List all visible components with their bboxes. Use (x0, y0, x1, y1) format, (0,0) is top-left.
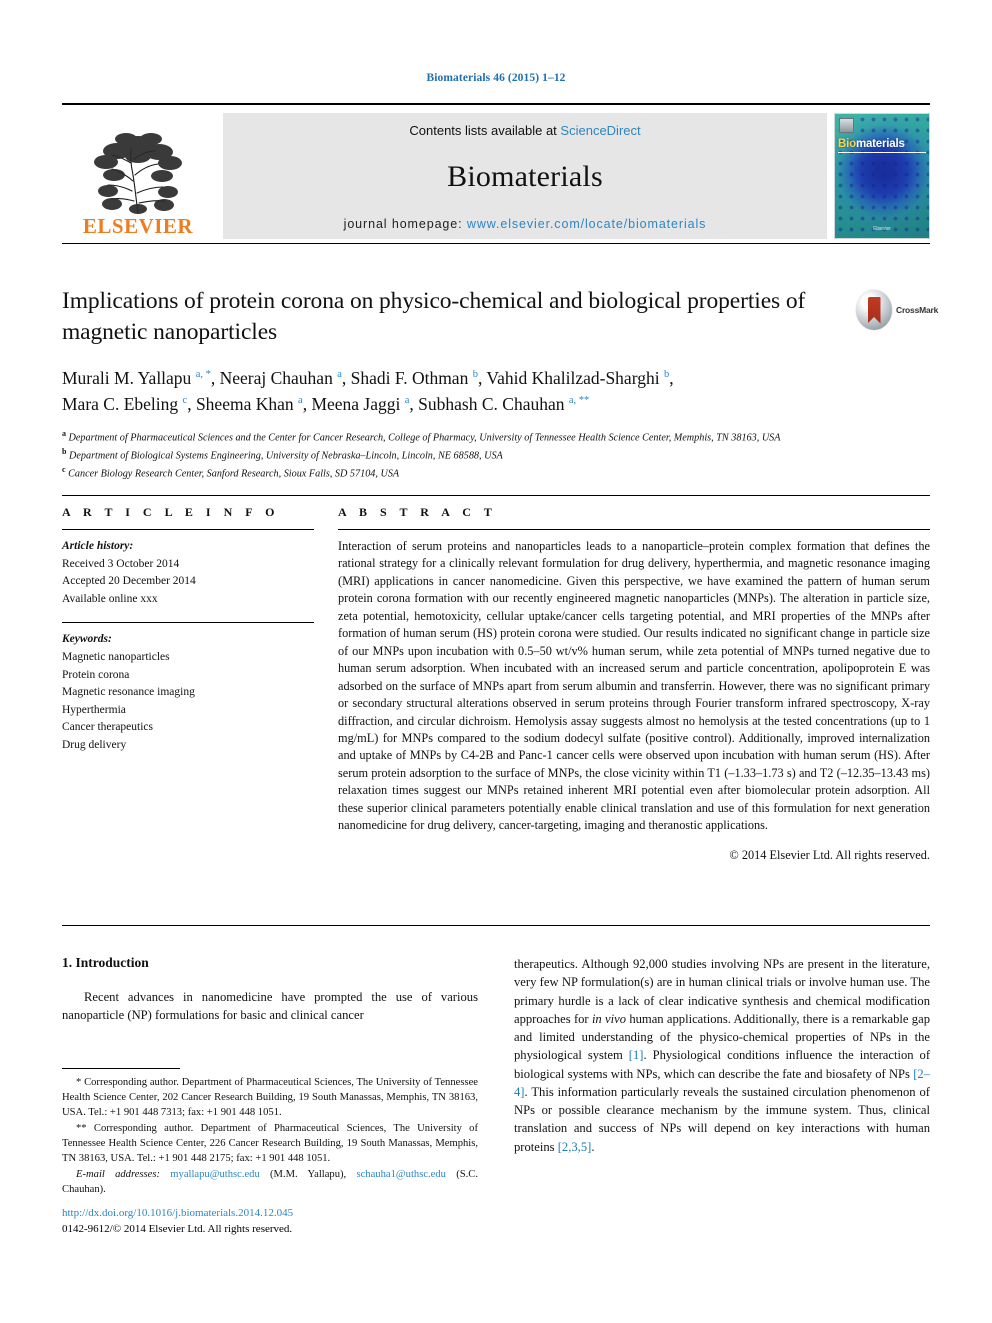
author-affil-marker: b (663, 368, 670, 380)
keywords-block: Keywords: Magnetic nanoparticles Protein… (62, 631, 314, 754)
body-top-rule (62, 925, 930, 926)
author-list: Murali M. Yallapu a, *, Neeraj Chauhan a… (62, 367, 674, 414)
keyword-item: Magnetic resonance imaging (62, 686, 195, 699)
article-info-column: A R T I C L E I N F O Article history: R… (62, 505, 314, 863)
affil-marker-a: a (62, 429, 66, 438)
page-title: Implications of protein corona on physic… (62, 288, 806, 346)
article-info-rule (62, 529, 314, 530)
keyword-item: Drug delivery (62, 738, 127, 751)
keyword-item: Hyperthermia (62, 703, 126, 716)
abstract-column: A B S T R A C T Interaction of serum pro… (338, 505, 930, 863)
masthead-bottom-rule (62, 243, 930, 244)
journal-masthead: ELSEVIER Contents lists available at Sci… (62, 103, 930, 239)
keywords-rule (62, 622, 314, 624)
affiliation-list: a Department of Pharmaceutical Sciences … (62, 428, 852, 483)
keywords-label: Keywords: (62, 633, 112, 646)
author-affil-marker: a (404, 394, 410, 406)
affiliation-a-text: Department of Pharmaceutical Sciences an… (68, 432, 781, 444)
abstract-top-rule (62, 495, 930, 496)
journal-title: Biomaterials (447, 160, 603, 193)
author-affil-marker: a, * (195, 368, 211, 380)
issn-copyright-line: 0142-9612/© 2014 Elsevier Ltd. All right… (62, 1222, 293, 1235)
article-info-heading: A R T I C L E I N F O (62, 505, 280, 519)
contents-available-line: Contents lists available at ScienceDirec… (223, 123, 827, 138)
cover-footer-text: Elsevier (873, 225, 891, 232)
journal-banner: Contents lists available at ScienceDirec… (223, 113, 827, 239)
body-column-right: therapeutics. Although 92,000 studies in… (514, 955, 930, 1156)
affiliation-c: c Cancer Biology Research Center, Sanfor… (62, 464, 852, 482)
paper-page: Biomaterials 46 (2015) 1–12 ELSEVIER Con… (0, 0, 992, 1323)
affiliation-c-text: Cancer Biology Research Center, Sanford … (68, 468, 400, 480)
footnote-separator-rule (62, 1068, 180, 1069)
elsevier-logo: ELSEVIER (62, 113, 214, 239)
author-affil-marker: a (298, 394, 303, 406)
affiliation-a: a Department of Pharmaceutical Sciences … (62, 428, 852, 446)
journal-homepage-line: journal homepage: www.elsevier.com/locat… (223, 217, 827, 231)
article-accepted: Accepted 20 December 2014 (62, 575, 196, 588)
email-link-1[interactable]: myallapu@uthsc.edu (170, 1169, 259, 1180)
reference-link-1[interactable]: [1] (629, 1048, 644, 1062)
email-link-2[interactable]: schauha1@uthsc.edu (356, 1169, 445, 1180)
abstract-rule (338, 529, 930, 530)
crossmark-badge-group[interactable]: CrossMark (856, 288, 940, 332)
email-addresses-label: E-mail addresses: (76, 1169, 161, 1181)
sciencedirect-link[interactable]: ScienceDirect (560, 123, 640, 138)
author-affil-marker: a (337, 368, 342, 380)
elsevier-tree-icon (94, 133, 182, 214)
abstract-heading: A B S T R A C T (338, 505, 497, 519)
abstract-text: Interaction of serum proteins and nanopa… (338, 539, 930, 833)
intro-paragraph-right: therapeutics. Although 92,000 studies in… (514, 957, 931, 1154)
footnote-block: * Corresponding author. Department of Ph… (62, 1068, 478, 1198)
homepage-url-link[interactable]: www.elsevier.com/locate/biomaterials (467, 217, 706, 231)
running-head: Biomaterials 46 (2015) 1–12 (426, 72, 566, 84)
footnote-corresponding-author-1: * Corresponding author. Department of Ph… (62, 1077, 478, 1119)
article-history-block: Article history: Received 3 October 2014… (62, 538, 314, 608)
footnote-email-addresses: E-mail addresses: myallapu@uthsc.edu (M.… (62, 1167, 478, 1197)
contents-prefix: Contents lists available at (409, 123, 557, 138)
footer-doi-block: http://dx.doi.org/10.1016/j.biomaterials… (62, 1206, 492, 1238)
email-owner-1: (M.M. Yallapu), (270, 1169, 347, 1181)
intro-paragraph-left: Recent advances in nanomedicine have pro… (62, 990, 478, 1023)
keyword-item: Cancer therapeutics (62, 721, 153, 734)
crossmark-label: CrossMark (896, 305, 939, 315)
abstract-copyright: © 2014 Elsevier Ltd. All rights reserved… (729, 847, 930, 862)
elsevier-wordmark: ELSEVIER (82, 214, 194, 238)
cover-title-accent: Bio (838, 138, 856, 150)
reference-link-2-4[interactable]: [2–4] (514, 1067, 930, 1099)
affiliation-b-text: Department of Biological Systems Enginee… (69, 450, 503, 462)
author-affil-marker: b (472, 368, 478, 380)
affiliation-b: b Department of Biological Systems Engin… (62, 446, 852, 464)
affil-marker-c: c (62, 465, 66, 475)
cover-title-rest: materials (855, 138, 905, 150)
cover-publisher-mark-icon (839, 118, 854, 133)
reference-link-2-3-5[interactable]: [2,3,5] (558, 1140, 592, 1154)
author-affil-marker: a, ** (568, 394, 590, 406)
footnote-corresponding-author-2: ** Corresponding author. Department of P… (62, 1123, 478, 1165)
journal-cover-thumbnail: Biomaterials Elsevier (834, 113, 930, 239)
info-abstract-region: A R T I C L E I N F O Article history: R… (62, 505, 930, 863)
keyword-item: Magnetic nanoparticles (62, 650, 170, 663)
crossmark-icon (856, 290, 892, 330)
homepage-prefix: journal homepage: (343, 217, 463, 231)
section-heading-introduction: 1. Introduction (62, 955, 149, 970)
keyword-item: Protein corona (62, 668, 130, 681)
author-affil-marker: c (182, 394, 188, 406)
affil-marker-b: b (62, 447, 67, 457)
cover-journal-title: Biomaterials (838, 138, 926, 153)
title-block: Implications of protein corona on physic… (62, 286, 852, 483)
article-received: Received 3 October 2014 (62, 557, 180, 570)
doi-link[interactable]: http://dx.doi.org/10.1016/j.biomaterials… (62, 1206, 492, 1222)
article-history-label: Article history: (62, 540, 134, 552)
article-available-online: Available online xxx (62, 592, 158, 605)
